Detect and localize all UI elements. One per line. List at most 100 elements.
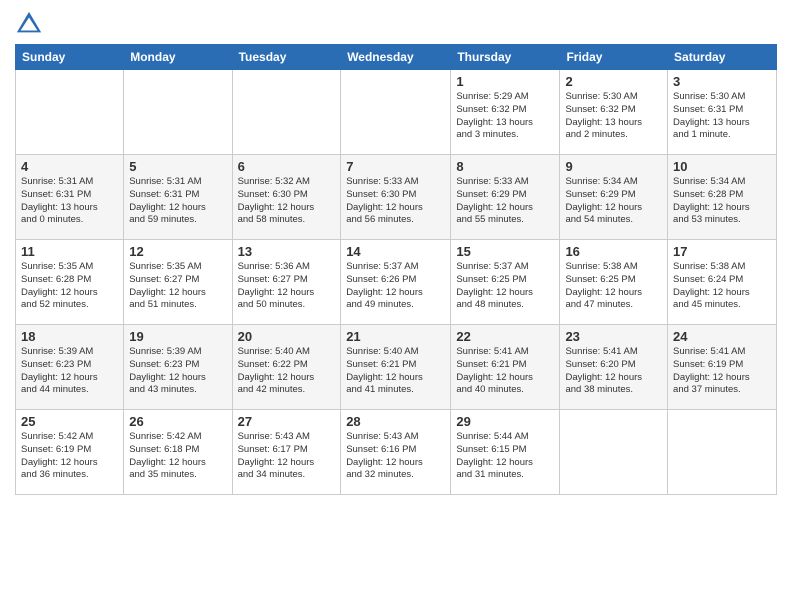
day-info: Sunrise: 5:33 AM Sunset: 6:30 PM Dayligh… [346, 176, 445, 227]
day-info: Sunrise: 5:40 AM Sunset: 6:21 PM Dayligh… [346, 346, 445, 397]
calendar-cell: 19Sunrise: 5:39 AM Sunset: 6:23 PM Dayli… [124, 325, 232, 410]
calendar-cell: 22 Sunrise: 5:41 AM Sunset: 6:21 PM Dayli… [451, 325, 560, 410]
calendar-week-row: 18 Sunrise: 5:39 AM Sunset: 6:23 PM Dayli… [16, 325, 777, 410]
day-info: Sunrise: 5:33 AM Sunset: 6:29 PM Dayligh… [456, 176, 554, 227]
weekday-header: Monday [124, 45, 232, 70]
calendar-week-row: 25 Sunrise: 5:42 AM Sunset: 6:19 PM Dayli… [16, 410, 777, 495]
day-info: Sunrise: 5:34 AM Sunset: 6:29 PM Dayligh… [565, 176, 662, 227]
day-info: Sunrise: 5:31 AM Sunset: 6:31 PM Dayligh… [129, 176, 226, 227]
page-container: SundayMondayTuesdayWednesdayThursdayFrid… [0, 0, 792, 505]
calendar-cell: 21Sunrise: 5:40 AM Sunset: 6:21 PM Dayli… [341, 325, 451, 410]
weekday-header: Sunday [16, 45, 124, 70]
calendar-table: SundayMondayTuesdayWednesdayThursdayFrid… [15, 44, 777, 495]
day-info: Sunrise: 5:43 AM Sunset: 6:16 PM Dayligh… [346, 431, 445, 482]
calendar-cell: 12 Sunrise: 5:35 AM Sunset: 6:27 PM Dayli… [124, 240, 232, 325]
day-number: 25 [21, 414, 118, 429]
weekday-header: Wednesday [341, 45, 451, 70]
day-number: 4 [21, 159, 118, 174]
calendar-cell: 8 Sunrise: 5:33 AM Sunset: 6:29 PM Daylig… [451, 155, 560, 240]
day-info: Sunrise: 5:37 AM Sunset: 6:25 PM Dayligh… [456, 261, 554, 312]
calendar-cell: 24Sunrise: 5:41 AM Sunset: 6:19 PM Dayli… [668, 325, 777, 410]
calendar-cell: 29 Sunrise: 5:44 AM Sunset: 6:15 PM Dayli… [451, 410, 560, 495]
calendar-cell: 13 Sunrise: 5:36 AM Sunset: 6:27 PM Dayli… [232, 240, 341, 325]
day-number: 16 [565, 244, 662, 259]
calendar-cell [16, 70, 124, 155]
calendar-cell: 18Sunrise: 5:39 AM Sunset: 6:23 PM Dayli… [16, 325, 124, 410]
calendar-cell: 15 Sunrise: 5:37 AM Sunset: 6:25 PM Dayli… [451, 240, 560, 325]
day-number: 17 [673, 244, 771, 259]
calendar-cell: 4 Sunrise: 5:31 AM Sunset: 6:31 PM Daylig… [16, 155, 124, 240]
calendar-cell: 25 Sunrise: 5:42 AM Sunset: 6:19 PM Dayli… [16, 410, 124, 495]
day-info: Sunrise: 5:41 AM Sunset: 6:19 PM Dayligh… [673, 346, 771, 397]
day-info: Sunrise: 5:35 AM Sunset: 6:27 PM Dayligh… [129, 261, 226, 312]
day-number: 9 [565, 159, 662, 174]
calendar-cell: 26 Sunrise: 5:42 AM Sunset: 6:18 PM Dayli… [124, 410, 232, 495]
calendar-cell [560, 410, 668, 495]
day-number: 18 [21, 329, 118, 344]
day-number: 8 [456, 159, 554, 174]
day-number: 7 [346, 159, 445, 174]
calendar-cell: 9 Sunrise: 5:34 AM Sunset: 6:29 PM Daylig… [560, 155, 668, 240]
day-info: Sunrise: 5:35 AM Sunset: 6:28 PM Dayligh… [21, 261, 118, 312]
calendar-cell [341, 70, 451, 155]
weekday-header-row: SundayMondayTuesdayWednesdayThursdayFrid… [16, 45, 777, 70]
calendar-week-row: 4 Sunrise: 5:31 AM Sunset: 6:31 PM Daylig… [16, 155, 777, 240]
day-number: 11 [21, 244, 118, 259]
day-info: Sunrise: 5:36 AM Sunset: 6:27 PM Dayligh… [238, 261, 336, 312]
calendar-cell: 17 Sunrise: 5:38 AM Sunset: 6:24 PM Dayli… [668, 240, 777, 325]
weekday-header: Friday [560, 45, 668, 70]
logo-icon [15, 10, 43, 38]
day-info: Sunrise: 5:32 AM Sunset: 6:30 PM Dayligh… [238, 176, 336, 227]
calendar-cell: 1 Sunrise: 5:29 AM Sunset: 6:32 PM Daylig… [451, 70, 560, 155]
calendar-cell: 27Sunrise: 5:43 AM Sunset: 6:17 PM Dayli… [232, 410, 341, 495]
calendar-cell: 14Sunrise: 5:37 AM Sunset: 6:26 PM Dayli… [341, 240, 451, 325]
weekday-header: Saturday [668, 45, 777, 70]
day-number: 15 [456, 244, 554, 259]
day-info: Sunrise: 5:41 AM Sunset: 6:20 PM Dayligh… [565, 346, 662, 397]
day-number: 22 [456, 329, 554, 344]
calendar-week-row: 1 Sunrise: 5:29 AM Sunset: 6:32 PM Daylig… [16, 70, 777, 155]
day-info: Sunrise: 5:43 AM Sunset: 6:17 PM Dayligh… [238, 431, 336, 482]
day-number: 6 [238, 159, 336, 174]
calendar-cell: 20 Sunrise: 5:40 AM Sunset: 6:22 PM Dayli… [232, 325, 341, 410]
weekday-header: Thursday [451, 45, 560, 70]
day-info: Sunrise: 5:41 AM Sunset: 6:21 PM Dayligh… [456, 346, 554, 397]
day-info: Sunrise: 5:31 AM Sunset: 6:31 PM Dayligh… [21, 176, 118, 227]
day-number: 29 [456, 414, 554, 429]
day-number: 20 [238, 329, 336, 344]
day-info: Sunrise: 5:29 AM Sunset: 6:32 PM Dayligh… [456, 91, 554, 142]
day-number: 12 [129, 244, 226, 259]
calendar-cell: 3 Sunrise: 5:30 AM Sunset: 6:31 PM Daylig… [668, 70, 777, 155]
calendar-cell [124, 70, 232, 155]
day-info: Sunrise: 5:30 AM Sunset: 6:31 PM Dayligh… [673, 91, 771, 142]
day-number: 14 [346, 244, 445, 259]
day-number: 28 [346, 414, 445, 429]
day-info: Sunrise: 5:44 AM Sunset: 6:15 PM Dayligh… [456, 431, 554, 482]
day-number: 13 [238, 244, 336, 259]
calendar-cell: 10Sunrise: 5:34 AM Sunset: 6:28 PM Dayli… [668, 155, 777, 240]
calendar-cell: 5 Sunrise: 5:31 AM Sunset: 6:31 PM Daylig… [124, 155, 232, 240]
calendar-cell [668, 410, 777, 495]
day-info: Sunrise: 5:39 AM Sunset: 6:23 PM Dayligh… [129, 346, 226, 397]
day-info: Sunrise: 5:42 AM Sunset: 6:18 PM Dayligh… [129, 431, 226, 482]
calendar-cell [232, 70, 341, 155]
day-info: Sunrise: 5:30 AM Sunset: 6:32 PM Dayligh… [565, 91, 662, 142]
calendar-cell: 2 Sunrise: 5:30 AM Sunset: 6:32 PM Daylig… [560, 70, 668, 155]
day-number: 10 [673, 159, 771, 174]
calendar-cell: 23Sunrise: 5:41 AM Sunset: 6:20 PM Dayli… [560, 325, 668, 410]
day-info: Sunrise: 5:38 AM Sunset: 6:24 PM Dayligh… [673, 261, 771, 312]
calendar-cell: 7 Sunrise: 5:33 AM Sunset: 6:30 PM Daylig… [341, 155, 451, 240]
day-number: 1 [456, 74, 554, 89]
calendar-cell: 11 Sunrise: 5:35 AM Sunset: 6:28 PM Dayli… [16, 240, 124, 325]
calendar-week-row: 11 Sunrise: 5:35 AM Sunset: 6:28 PM Dayli… [16, 240, 777, 325]
day-info: Sunrise: 5:40 AM Sunset: 6:22 PM Dayligh… [238, 346, 336, 397]
weekday-header: Tuesday [232, 45, 341, 70]
day-number: 26 [129, 414, 226, 429]
day-info: Sunrise: 5:38 AM Sunset: 6:25 PM Dayligh… [565, 261, 662, 312]
day-number: 3 [673, 74, 771, 89]
calendar-cell: 6 Sunrise: 5:32 AM Sunset: 6:30 PM Daylig… [232, 155, 341, 240]
day-number: 5 [129, 159, 226, 174]
day-number: 2 [565, 74, 662, 89]
day-info: Sunrise: 5:42 AM Sunset: 6:19 PM Dayligh… [21, 431, 118, 482]
header [15, 10, 777, 38]
